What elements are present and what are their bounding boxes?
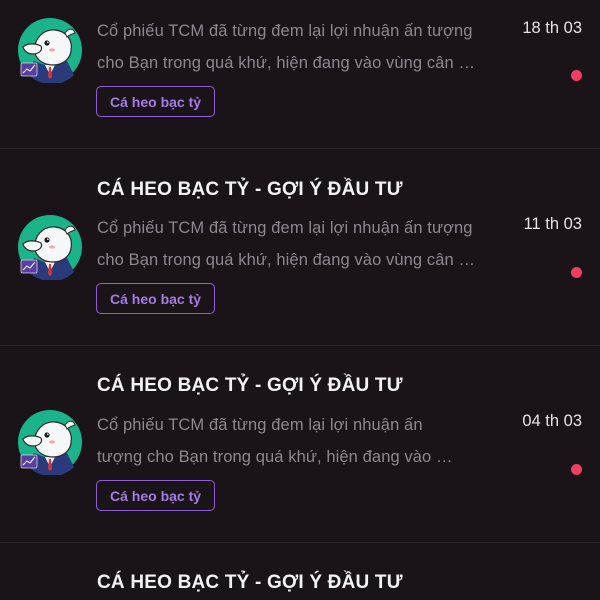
preview-line: cho Bạn trong quá khứ, hiện đang vào vùn… bbox=[97, 251, 476, 269]
notification-feed: Cổ phiếu TCM đã từng đem lại lợi nhuận ấ… bbox=[0, 0, 600, 600]
notification-date: 04 th 03 bbox=[522, 412, 582, 430]
notification-preview: Cổ phiếu TCM đã từng đem lại lợi nhuận ấ… bbox=[97, 212, 509, 276]
preview-line: Cổ phiếu TCM đã từng đem lại lợi nhuận ấ… bbox=[97, 219, 473, 237]
unread-dot bbox=[571, 70, 582, 81]
unread-dot bbox=[571, 464, 582, 475]
notification-preview: Cổ phiếu TCM đã từng đem lại lợi nhuận ấ… bbox=[97, 409, 509, 473]
preview-line: Cổ phiếu TCM đã từng đem lại lợi nhuận ấ… bbox=[97, 416, 423, 434]
notification-item[interactable]: CÁ HEO BẠC TỶ - GỢI Ý ĐẦU TƯ Cổ phiếu TC… bbox=[0, 346, 600, 543]
notification-title: CÁ HEO BẠC TỶ - GỢI Ý ĐẦU TƯ bbox=[97, 572, 403, 593]
notification-title: CÁ HEO BẠC TỶ - GỢI Ý ĐẦU TƯ bbox=[97, 179, 403, 200]
notification-date: 11 th 03 bbox=[523, 215, 582, 233]
dolphin-mascot-icon bbox=[17, 17, 83, 83]
notification-item[interactable]: CÁ HEO BẠC TỶ - GỢI Ý ĐẦU TƯ Cổ phiếu TC… bbox=[0, 149, 600, 346]
notification-item[interactable]: Cổ phiếu TCM đã từng đem lại lợi nhuận ấ… bbox=[0, 0, 600, 149]
preview-line: Cổ phiếu TCM đã từng đem lại lợi nhuận ấ… bbox=[97, 22, 473, 40]
notification-preview: Cổ phiếu TCM đã từng đem lại lợi nhuận ấ… bbox=[97, 15, 509, 79]
notification-title: CÁ HEO BẠC TỶ - GỢI Ý ĐẦU TƯ bbox=[97, 375, 403, 396]
dolphin-mascot-icon bbox=[17, 214, 83, 280]
tag-button[interactable]: Cá heo bạc tỷ bbox=[96, 86, 216, 117]
notification-item[interactable]: CÁ HEO BẠC TỶ - GỢI Ý ĐẦU TƯ bbox=[0, 543, 600, 600]
tag-button[interactable]: Cá heo bạc tỷ bbox=[96, 480, 216, 511]
notification-date: 18 th 03 bbox=[522, 19, 582, 37]
preview-line: cho Bạn trong quá khứ, hiện đang vào vùn… bbox=[97, 54, 476, 72]
unread-dot bbox=[571, 267, 582, 278]
preview-line: tượng cho Bạn trong quá khứ, hiện đang v… bbox=[97, 448, 453, 466]
dolphin-mascot-icon bbox=[17, 409, 83, 475]
tag-button[interactable]: Cá heo bạc tỷ bbox=[96, 283, 216, 314]
